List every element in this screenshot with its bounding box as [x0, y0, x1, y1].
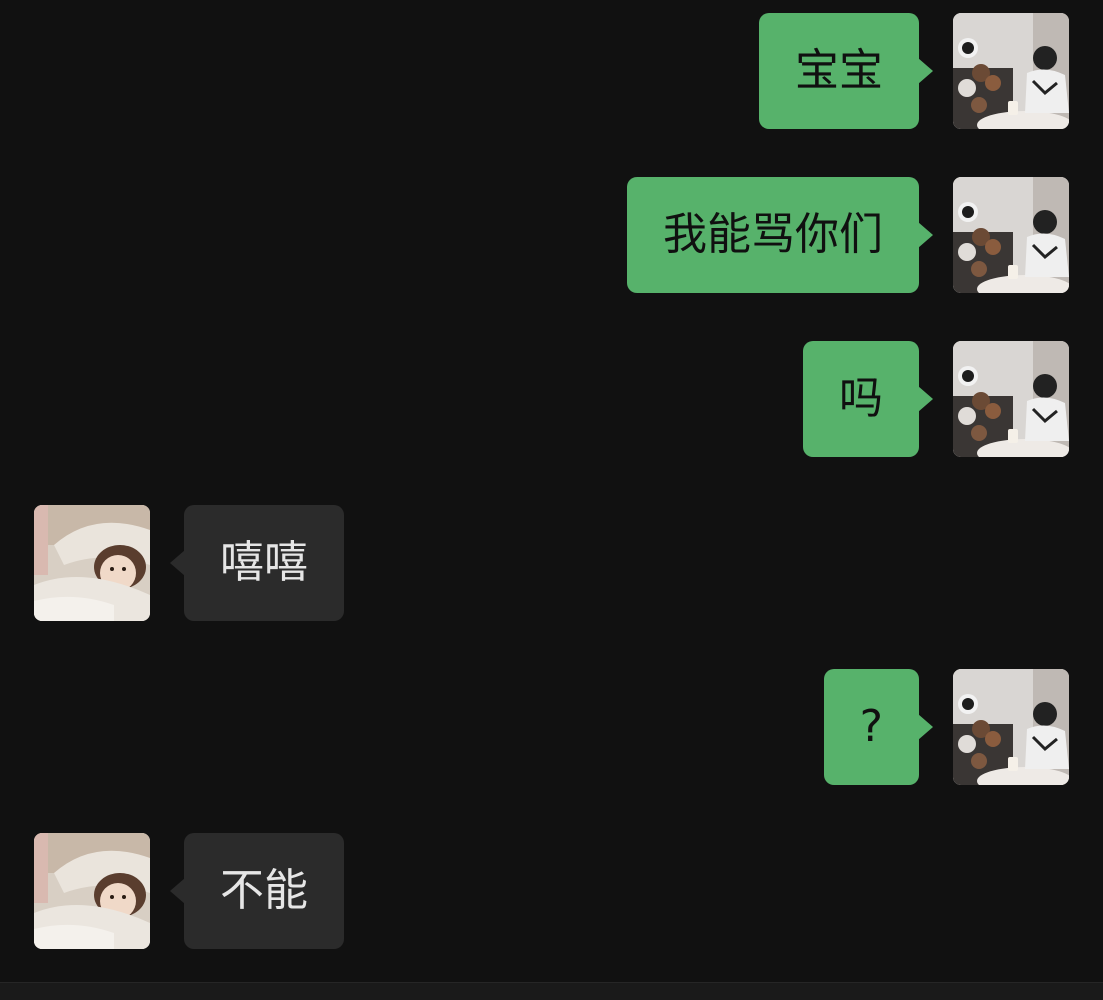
- message-row-outgoing: ?: [0, 669, 1103, 785]
- bubble-tail: [918, 58, 933, 84]
- avatar-image: [953, 177, 1069, 293]
- message-row-outgoing: 吗: [0, 341, 1103, 457]
- bubble-tail: [918, 386, 933, 412]
- outgoing-message-bubble[interactable]: ?: [823, 669, 919, 785]
- message-row-incoming: 嘻嘻: [0, 505, 1103, 621]
- my-avatar[interactable]: [953, 341, 1069, 457]
- message-row-outgoing: 宝宝: [0, 13, 1103, 129]
- avatar-image: [34, 505, 150, 621]
- avatar-image: [953, 13, 1069, 129]
- contact-avatar[interactable]: [34, 833, 150, 949]
- avatar-image: [953, 669, 1069, 785]
- message-row-outgoing: 我能骂你们: [0, 177, 1103, 293]
- message-row-incoming: 不能: [0, 833, 1103, 949]
- my-avatar[interactable]: [953, 177, 1069, 293]
- outgoing-message-bubble[interactable]: 吗: [803, 341, 919, 457]
- avatar-image: [34, 833, 150, 949]
- outgoing-message-bubble[interactable]: 我能骂你们: [627, 177, 919, 293]
- incoming-message-bubble[interactable]: 不能: [184, 833, 344, 949]
- my-avatar[interactable]: [953, 13, 1069, 129]
- avatar-image: [953, 341, 1069, 457]
- bubble-tail: [170, 550, 185, 576]
- input-bar-edge: [0, 982, 1103, 1000]
- my-avatar[interactable]: [953, 669, 1069, 785]
- contact-avatar[interactable]: [34, 505, 150, 621]
- chat-view[interactable]: 宝宝 我能骂你们 吗 嘻嘻 ? 不能: [0, 0, 1103, 1000]
- incoming-message-bubble[interactable]: 嘻嘻: [184, 505, 344, 621]
- bubble-tail: [170, 878, 185, 904]
- bubble-tail: [918, 222, 933, 248]
- outgoing-message-bubble[interactable]: 宝宝: [759, 13, 919, 129]
- bubble-tail: [918, 714, 933, 740]
